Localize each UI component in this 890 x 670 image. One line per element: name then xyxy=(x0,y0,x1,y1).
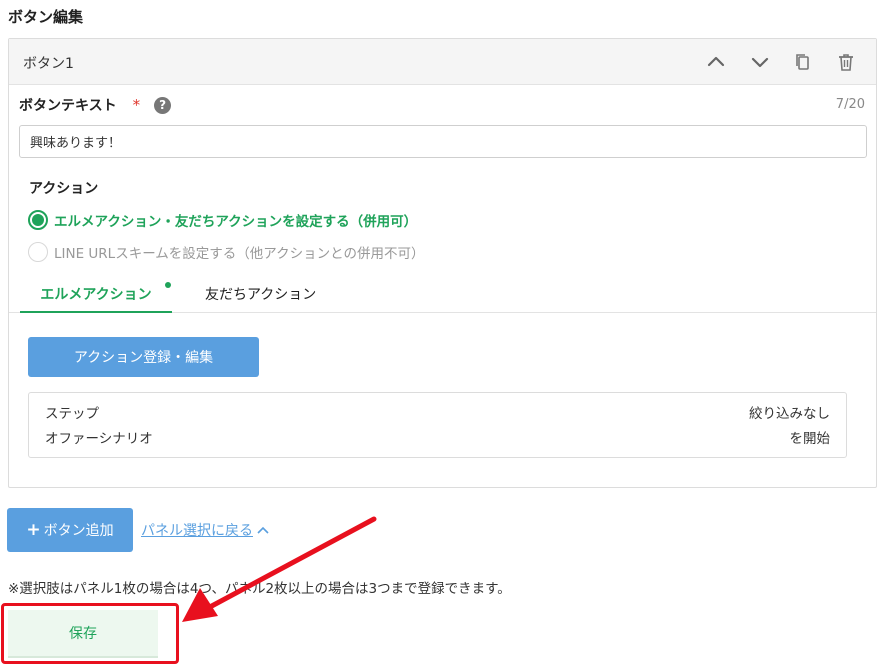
radio-lme-action-label: エルメアクション・友だちアクションを設定する（併用可） xyxy=(54,214,418,230)
copy-icon[interactable] xyxy=(792,51,814,73)
back-to-panel-link[interactable]: パネル選択に戻る xyxy=(141,520,270,540)
chevron-up-icon xyxy=(257,526,269,534)
button-text-input[interactable] xyxy=(19,125,867,158)
add-button-label: ボタン追加 xyxy=(43,523,114,539)
radio-lme-action[interactable]: エルメアクション・友だちアクションを設定する（併用可） xyxy=(28,210,417,230)
action-summary: ステップ 絞り込みなし オファーシナリオ を開始 xyxy=(28,392,847,458)
panel-header: ボタン1 xyxy=(9,39,876,85)
button-panel: ボタン1 ボタンテキスト * ? 7/20 アクション エルメアクション・友だち… xyxy=(8,38,877,488)
summary-row: ステップ 絞り込みなし xyxy=(45,402,830,422)
summary-row-left: オファーシナリオ xyxy=(45,431,153,447)
add-button-button[interactable]: + ボタン追加 xyxy=(7,508,133,552)
plus-icon: + xyxy=(26,520,41,540)
chevron-up-icon[interactable] xyxy=(705,51,727,73)
button-text-label-row: ボタンテキスト * ? xyxy=(19,95,172,115)
action-edit-button[interactable]: アクション登録・編集 xyxy=(28,337,259,377)
radio-line-url-scheme-label: LINE URLスキームを設定する（他アクションとの併用不可） xyxy=(54,246,425,262)
char-counter: 7/20 xyxy=(835,97,865,112)
note-text: ※選択肢はパネル1枚の場合は4つ、パネル2枚以上の場合は3つまで登録できます。 xyxy=(8,581,511,597)
section-title: ボタン編集 xyxy=(8,8,84,26)
help-icon[interactable]: ? xyxy=(154,96,172,114)
action-label: アクション xyxy=(29,181,99,197)
summary-row-right: を開始 xyxy=(789,431,831,447)
save-button[interactable]: 保存 xyxy=(8,610,158,658)
required-mark: * xyxy=(132,96,141,114)
radio-selected-icon[interactable] xyxy=(28,210,48,230)
button-text-label: ボタンテキスト xyxy=(19,98,117,114)
summary-row: オファーシナリオ を開始 xyxy=(45,427,830,447)
tab-friend-action[interactable]: 友だちアクション xyxy=(205,283,316,304)
tab-indicator-dot xyxy=(165,282,171,288)
tab-lme-action[interactable]: エルメアクション xyxy=(20,283,172,313)
chevron-down-icon[interactable] xyxy=(749,51,771,73)
radio-unselected-icon[interactable] xyxy=(28,242,48,262)
summary-row-left: ステップ xyxy=(45,406,99,422)
back-link-label: パネル選択に戻る xyxy=(141,523,253,539)
panel-title: ボタン1 xyxy=(23,56,74,72)
radio-line-url-scheme[interactable]: LINE URLスキームを設定する（他アクションとの併用不可） xyxy=(28,242,425,262)
summary-row-right: 絞り込みなし xyxy=(749,406,830,422)
action-tabs: エルメアクション 友だちアクション xyxy=(9,277,876,313)
trash-icon[interactable] xyxy=(835,51,857,73)
